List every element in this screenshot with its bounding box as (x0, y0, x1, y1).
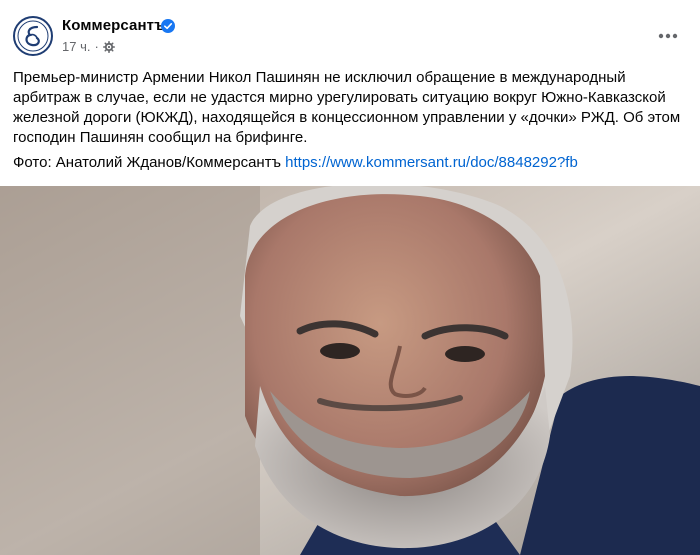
page-name[interactable]: Коммерсантъ (62, 17, 165, 34)
post-photo[interactable] (0, 186, 700, 555)
article-link[interactable]: https://www.kommersant.ru/doc/8848292?fb (285, 154, 578, 171)
verified-badge-icon (161, 19, 175, 33)
portrait-photo (0, 186, 700, 555)
meta-separator: · (94, 39, 99, 54)
photo-credit: Фото: Анатолий Жданов/Коммерсантъ (13, 154, 281, 171)
post-body: Премьер-министр Армении Никол Пашинян не… (13, 69, 681, 146)
more-dots-icon (658, 33, 678, 39)
facebook-post: Коммерсантъ 17 ч. · Премьер-министр Арме… (0, 0, 700, 555)
page-avatar[interactable] (13, 16, 53, 56)
post-header: Коммерсантъ 17 ч. · (0, 0, 700, 62)
post-caption: Фото: Анатолий Жданов/Коммерсантъ https:… (13, 153, 578, 173)
more-options-button[interactable] (652, 22, 684, 50)
post-timestamp[interactable]: 17 ч. (62, 39, 90, 54)
gear-icon[interactable] (102, 40, 115, 53)
post-text: Премьер-министр Армении Никол Пашинян не… (13, 68, 689, 148)
kommersant-logo-icon (17, 20, 49, 52)
post-meta: 17 ч. · (62, 39, 115, 54)
